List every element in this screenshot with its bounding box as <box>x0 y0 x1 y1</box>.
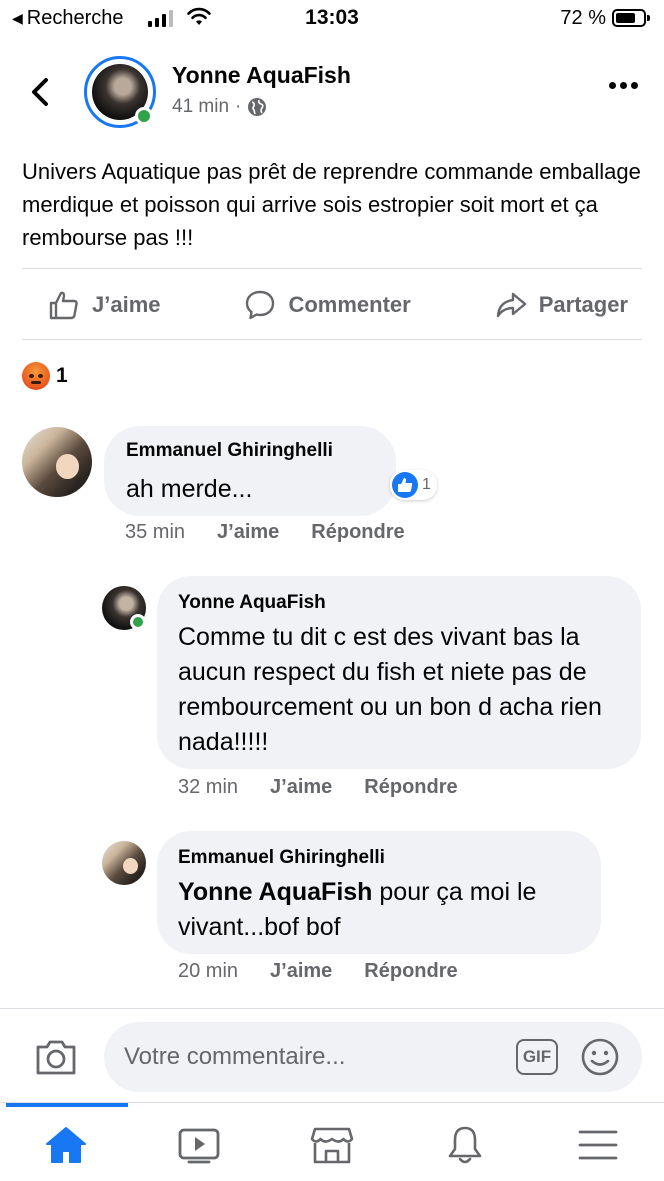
camera-icon[interactable] <box>34 1037 78 1077</box>
comment-icon <box>246 290 275 320</box>
post-actions: J’aime Commenter Partager <box>22 272 642 338</box>
comment-bubble: Emmanuel Ghiringhelli Yonne AquaFish pou… <box>157 831 601 954</box>
share-arrow-icon <box>496 292 526 318</box>
comment-text: Yonne AquaFish pour ça moi le vivant...b… <box>178 875 588 945</box>
online-status-dot <box>135 107 153 125</box>
post-meta: 41 min · <box>172 96 267 118</box>
post-time[interactable]: 41 min <box>172 96 229 118</box>
bottom-tab-bar <box>0 1102 664 1181</box>
comment-time: 20 min <box>178 960 239 982</box>
tab-watch[interactable] <box>177 1123 221 1167</box>
comment-reply-link[interactable]: Répondre <box>311 521 404 544</box>
comment-bubble: Emmanuel Ghiringhelli ah merde... <box>104 426 396 516</box>
comment-like-link[interactable]: J’aime <box>270 960 332 983</box>
divider <box>22 268 642 269</box>
divider <box>22 339 642 340</box>
emoji-icon[interactable] <box>580 1037 620 1077</box>
share-button[interactable]: Partager <box>495 289 628 321</box>
tab-home[interactable] <box>44 1123 88 1167</box>
menu-icon <box>578 1130 618 1160</box>
tab-notifications[interactable] <box>443 1123 487 1167</box>
gif-button[interactable]: GIF <box>516 1039 558 1075</box>
angry-icon <box>22 362 50 390</box>
like-button[interactable]: J’aime <box>48 289 161 321</box>
thumbs-up-icon <box>49 291 78 320</box>
comment-input[interactable] <box>104 1022 642 1092</box>
more-options-icon[interactable] <box>609 82 638 89</box>
tab-menu[interactable] <box>576 1123 620 1167</box>
comment-author[interactable]: Emmanuel Ghiringhelli <box>178 847 385 869</box>
comment-author[interactable]: Yonne AquaFish <box>178 592 326 614</box>
watch-icon <box>178 1128 220 1164</box>
comment-reply-link[interactable]: Répondre <box>364 776 457 799</box>
battery-icon <box>612 9 650 27</box>
comment-meta: 35 min J’aime Répondre <box>125 521 405 544</box>
comment-reply-link[interactable]: Répondre <box>364 960 457 983</box>
battery-percent: 72 % <box>560 7 606 29</box>
comment-button[interactable]: Commenter <box>244 289 411 321</box>
status-bar: ◀ Recherche 13:03 72 % <box>0 0 664 38</box>
post-text: Univers Aquatique pas prêt de reprendre … <box>22 159 641 250</box>
online-status-dot <box>130 614 146 630</box>
comment-author[interactable]: Emmanuel Ghiringhelli <box>126 440 333 462</box>
comment-like-link[interactable]: J’aime <box>217 521 279 544</box>
comment-time: 35 min <box>125 521 186 543</box>
active-tab-indicator <box>6 1103 128 1107</box>
comment-meta: 32 min J’aime Répondre <box>178 776 458 799</box>
notifications-icon <box>448 1126 482 1164</box>
home-icon <box>46 1127 86 1163</box>
like-reaction-icon <box>392 472 418 498</box>
comment-like-badge[interactable]: 1 <box>390 470 437 500</box>
comment-bubble: Yonne AquaFish Comme tu dit c est des vi… <box>157 576 641 769</box>
author-avatar[interactable] <box>84 56 156 128</box>
mention-link[interactable]: Yonne AquaFish <box>178 878 372 906</box>
battery-fill <box>616 13 635 23</box>
comment-text: ah merde... <box>126 475 253 503</box>
post-author-name[interactable]: Yonne AquaFish <box>172 62 351 89</box>
reaction-count: 1 <box>56 364 68 387</box>
composer-divider <box>0 1008 664 1009</box>
globe-icon <box>248 98 267 116</box>
post-header: Yonne AquaFish 41 min · <box>0 52 664 132</box>
commenter-avatar[interactable] <box>102 841 146 885</box>
comment-meta: 20 min J’aime Répondre <box>178 960 458 983</box>
comment-label: Commenter <box>288 292 411 317</box>
reaction-summary[interactable]: 1 <box>22 362 68 390</box>
like-label: J’aime <box>92 292 161 317</box>
tab-marketplace[interactable] <box>310 1123 354 1167</box>
comment-time: 32 min <box>178 776 239 798</box>
back-chevron-icon[interactable] <box>26 74 56 110</box>
share-label: Partager <box>538 292 628 317</box>
marketplace-icon <box>310 1127 354 1164</box>
comment-like-link[interactable]: J’aime <box>270 776 332 799</box>
comment-like-count: 1 <box>422 476 431 493</box>
comment-text: Comme tu dit c est des vivant bas la auc… <box>178 623 602 756</box>
meta-separator: · <box>235 96 242 117</box>
commenter-avatar[interactable] <box>22 427 92 497</box>
